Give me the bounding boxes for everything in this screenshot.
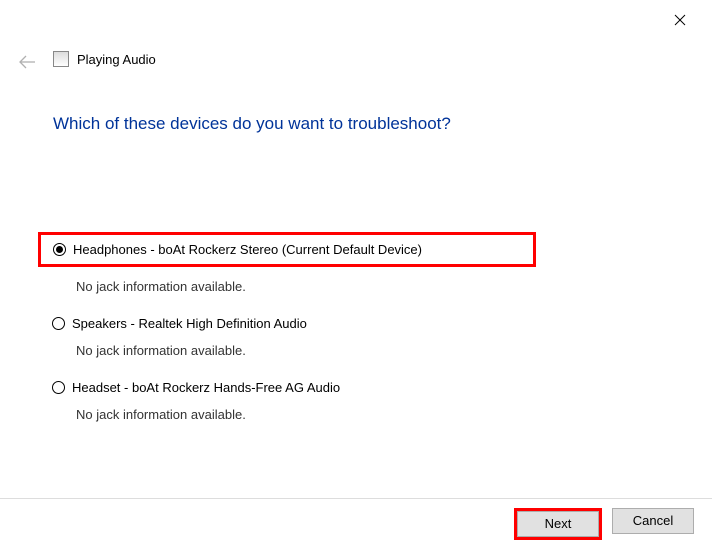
highlight-annotation: Headphones - boAt Rockerz Stereo (Curren… [38,232,536,267]
device-label: Headset - boAt Rockerz Hands-Free AG Aud… [72,380,340,395]
radio-icon [53,243,66,256]
device-option-headphones[interactable]: Headphones - boAt Rockerz Stereo (Curren… [45,242,529,257]
device-list: Headphones - boAt Rockerz Stereo (Curren… [38,232,638,444]
window-title: Playing Audio [77,52,156,67]
highlight-annotation: Next [514,508,602,540]
radio-icon [52,381,65,394]
close-button[interactable] [666,10,694,32]
device-subtext: No jack information available. [76,407,638,422]
device-label: Speakers - Realtek High Definition Audio [72,316,307,331]
title-bar: Playing Audio [53,51,156,67]
device-option-headset[interactable]: Headset - boAt Rockerz Hands-Free AG Aud… [38,380,638,395]
footer-buttons: Next Cancel [514,508,694,540]
close-icon [674,14,686,26]
back-arrow-icon [18,55,36,69]
next-button[interactable]: Next [517,511,599,537]
cancel-button[interactable]: Cancel [612,508,694,534]
back-button[interactable] [18,55,36,74]
device-subtext: No jack information available. [76,343,638,358]
device-option-speakers[interactable]: Speakers - Realtek High Definition Audio [38,316,638,331]
device-label: Headphones - boAt Rockerz Stereo (Curren… [73,242,422,257]
page-heading: Which of these devices do you want to tr… [53,114,451,134]
troubleshooter-icon [53,51,69,67]
radio-icon [52,317,65,330]
device-subtext: No jack information available. [76,279,638,294]
separator [0,498,712,499]
